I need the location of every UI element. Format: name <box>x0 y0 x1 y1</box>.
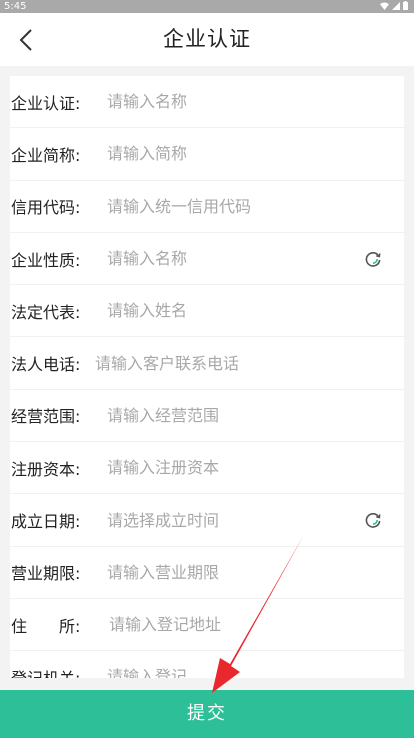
form-row-legal-phone: 法人电话: <box>10 337 404 390</box>
form-card: 企业认证: 企业简称: 信用代码: 企业性质: 法定代表: 法人电话: 经营范围… <box>10 76 404 678</box>
credit-code-input[interactable] <box>107 191 404 222</box>
address-label: 住 所: <box>11 616 81 636</box>
address-input[interactable] <box>109 609 404 640</box>
business-scope-input[interactable] <box>107 400 404 431</box>
company-name-label: 企业认证: <box>11 93 81 113</box>
form-row-legal-rep: 法定代表: <box>10 285 404 338</box>
status-time: 5:45 <box>4 1 27 12</box>
form-row-business-term: 营业期限: <box>10 547 404 599</box>
legal-phone-input[interactable] <box>95 348 404 379</box>
form-row-business-scope: 经营范围: <box>10 390 404 443</box>
business-term-label: 营业期限: <box>11 564 81 584</box>
status-bar: 5:45 <box>0 0 414 13</box>
short-name-label: 企业简称: <box>11 145 81 165</box>
short-name-input[interactable] <box>107 138 404 169</box>
company-name-input[interactable] <box>107 86 404 117</box>
company-type-input[interactable] <box>107 243 404 274</box>
form-row-short-name: 企业简称: <box>10 128 404 181</box>
founding-date-label: 成立日期: <box>11 512 81 532</box>
nav-bar: 企业认证 <box>0 13 414 66</box>
form-row-company-name: 企业认证: <box>10 76 404 129</box>
business-scope-label: 经营范围: <box>11 407 81 427</box>
registration-authority-input[interactable] <box>107 661 404 678</box>
company-type-label: 企业性质: <box>11 250 81 270</box>
registration-authority-label: 登记机关: <box>10 665 107 678</box>
form-row-credit-code: 信用代码: <box>10 181 404 233</box>
form-row-address: 住 所: <box>10 599 404 652</box>
status-icons <box>380 1 408 10</box>
submit-button[interactable]: 提交 <box>0 690 414 738</box>
refresh-icon[interactable] <box>364 511 382 529</box>
business-term-input[interactable] <box>107 557 404 588</box>
form-row-registration-authority: 登记机关: <box>10 651 404 678</box>
legal-phone-label: 法人电话: <box>11 355 81 375</box>
founding-date-input[interactable] <box>107 505 404 536</box>
refresh-icon[interactable] <box>364 250 382 268</box>
wifi-icon <box>380 2 389 10</box>
signal-icon <box>392 1 400 10</box>
registered-capital-input[interactable] <box>107 452 404 483</box>
form-row-company-type[interactable]: 企业性质: <box>10 233 404 286</box>
form-row-registered-capital: 注册资本: <box>10 442 404 495</box>
credit-code-label: 信用代码: <box>11 198 81 218</box>
registered-capital-label: 注册资本: <box>11 459 81 479</box>
page-title: 企业认证 <box>163 27 251 51</box>
legal-rep-label: 法定代表: <box>11 302 81 322</box>
form-row-founding-date[interactable]: 成立日期: <box>10 494 404 547</box>
legal-rep-input[interactable] <box>107 295 404 326</box>
battery-icon <box>403 1 408 10</box>
